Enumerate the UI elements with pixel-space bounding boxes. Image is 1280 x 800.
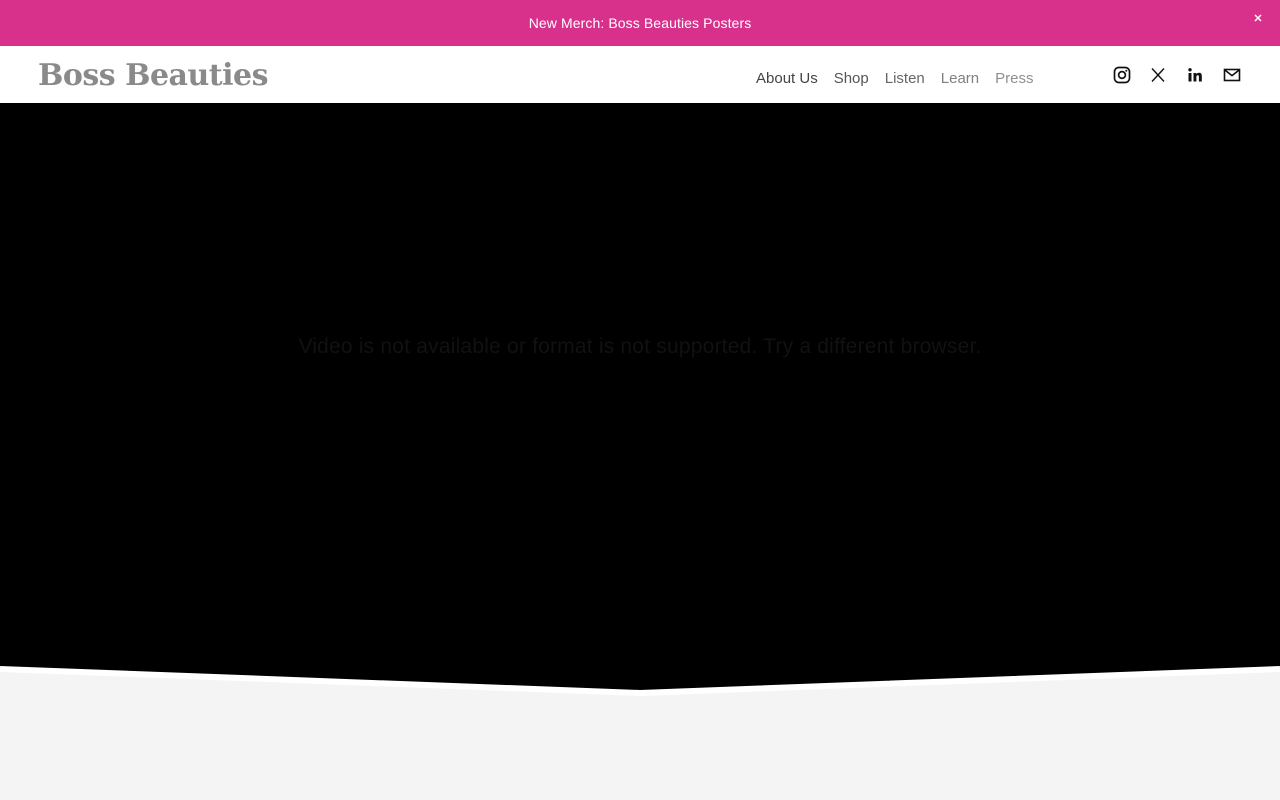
video-unavailable-message: Video is not available or format is not … — [298, 335, 982, 358]
main-nav: About Us Shop Listen Learn Press — [756, 68, 1050, 87]
nav-item-learn[interactable]: Learn — [941, 70, 979, 87]
site-header: Boss Beauties About Us Shop Listen Learn… — [0, 46, 1280, 103]
announcement-bar: New Merch: Boss Beauties Posters — [0, 0, 1280, 46]
nav-item-shop[interactable]: Shop — [834, 70, 869, 87]
close-icon[interactable] — [1250, 10, 1266, 26]
nav-item-press[interactable]: Press — [995, 70, 1033, 87]
hero-video-background — [0, 103, 1280, 697]
nav-item-listen[interactable]: Listen — [885, 70, 925, 87]
instagram-icon[interactable] — [1112, 66, 1132, 84]
email-icon[interactable] — [1222, 66, 1242, 84]
announcement-link[interactable]: New Merch: Boss Beauties Posters — [529, 15, 752, 31]
nav-item-about-us[interactable]: About Us — [756, 70, 818, 87]
x-twitter-icon[interactable] — [1148, 66, 1168, 84]
linkedin-icon[interactable] — [1185, 66, 1205, 84]
hero-video-section: Video is not available or format is not … — [0, 103, 1280, 703]
site-logo[interactable]: Boss Beauties — [38, 58, 269, 93]
